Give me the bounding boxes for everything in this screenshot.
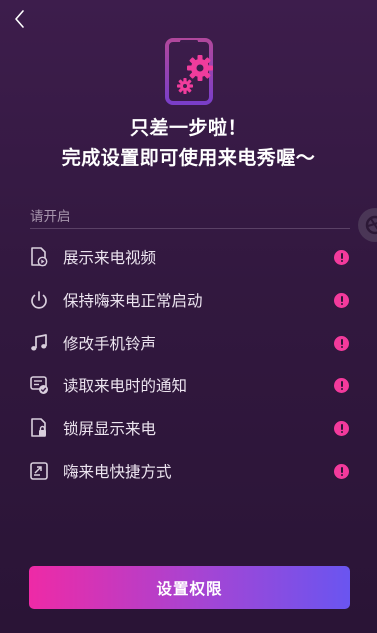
warning-icon [334, 420, 349, 436]
section-divider [30, 228, 350, 229]
permission-label: 保持嗨来电正常启动 [63, 292, 203, 310]
aperture-icon [365, 215, 377, 235]
power-icon [31, 291, 47, 309]
back-button[interactable] [10, 8, 32, 30]
video-file-icon [31, 247, 48, 267]
lock-screen-icon [31, 418, 46, 437]
permission-row-show-video[interactable]: 展示来电视频 [28, 242, 350, 272]
warning-icon [334, 463, 349, 479]
permission-label: 锁屏显示来电 [63, 420, 157, 438]
section-label: 请开启 [30, 209, 71, 225]
permission-label: 修改手机铃声 [63, 335, 157, 353]
permission-row-ringtone[interactable]: 修改手机铃声 [28, 328, 350, 358]
chevron-left-icon [15, 10, 24, 28]
shortcut-icon [30, 462, 48, 480]
notification-check-icon [30, 376, 48, 394]
warning-icon [334, 292, 349, 308]
headline-title: 只差一步啦！ [129, 117, 247, 139]
settings-phone-icon [164, 38, 216, 106]
floating-assistant-handle[interactable] [358, 208, 377, 242]
permission-label: 展示来电视频 [63, 249, 157, 267]
permission-label: 读取来电时的通知 [63, 377, 188, 395]
permission-row-notification[interactable]: 读取来电时的通知 [28, 370, 350, 400]
warning-icon [334, 335, 349, 351]
permission-row-lockscreen[interactable]: 锁屏显示来电 [28, 413, 350, 443]
headline-subtitle: 完成设置即可使用来电秀喔～ [61, 147, 316, 169]
warning-icon [334, 377, 349, 393]
music-note-icon [31, 334, 47, 351]
permission-label: 嗨来电快捷方式 [63, 463, 172, 481]
set-permissions-button[interactable]: 设置权限 [29, 566, 350, 609]
warning-icon [334, 249, 349, 265]
permission-row-shortcut[interactable]: 嗨来电快捷方式 [28, 456, 350, 486]
permission-row-keep-alive[interactable]: 保持嗨来电正常启动 [28, 285, 350, 315]
